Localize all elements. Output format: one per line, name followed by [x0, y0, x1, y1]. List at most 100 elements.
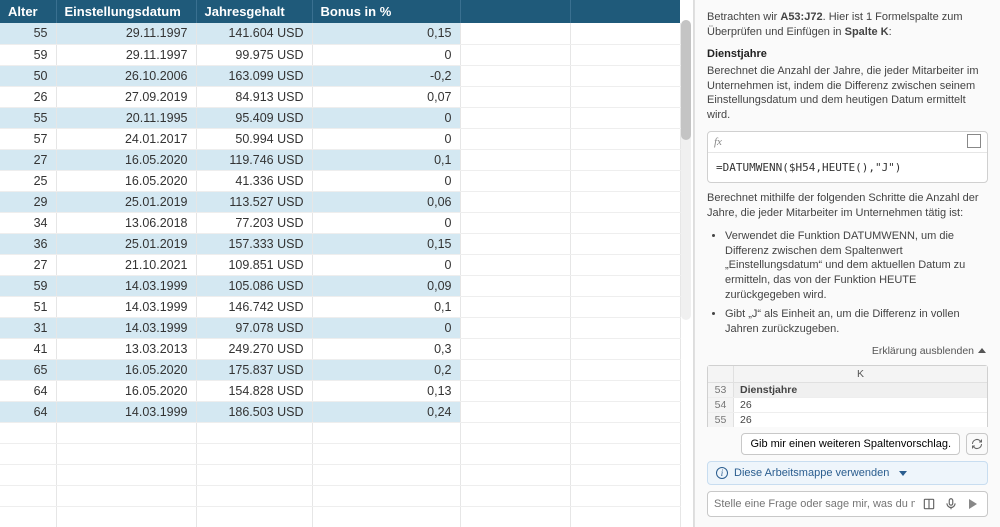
- table-row[interactable]: 5026.10.2006163.099 USD-0,2: [0, 65, 680, 86]
- cell-age[interactable]: 34: [0, 212, 56, 233]
- empty-cell[interactable]: [570, 380, 680, 401]
- cell-age[interactable]: 27: [0, 254, 56, 275]
- table-row[interactable]: [0, 443, 680, 464]
- panel-scroll[interactable]: Betrachten wir A53:J72. Hier ist 1 Forme…: [695, 0, 1000, 427]
- cell-bonus[interactable]: 0: [312, 128, 460, 149]
- cell-age[interactable]: 59: [0, 44, 56, 65]
- empty-cell[interactable]: [570, 191, 680, 212]
- cell-salary[interactable]: 175.837 USD: [196, 359, 312, 380]
- cell-bonus[interactable]: 0,1: [312, 149, 460, 170]
- context-bar[interactable]: i Diese Arbeitsmappe verwenden: [707, 461, 988, 485]
- empty-cell[interactable]: [570, 65, 680, 86]
- table-row[interactable]: 2925.01.2019113.527 USD0,06: [0, 191, 680, 212]
- table-row[interactable]: 2721.10.2021109.851 USD0: [0, 254, 680, 275]
- table-row[interactable]: 5529.11.1997141.604 USD0,15: [0, 23, 680, 44]
- cell-date[interactable]: 16.05.2020: [56, 359, 196, 380]
- empty-cell[interactable]: [570, 485, 680, 506]
- cell-salary[interactable]: 77.203 USD: [196, 212, 312, 233]
- send-icon[interactable]: [965, 496, 981, 512]
- cell-salary[interactable]: 119.746 USD: [196, 149, 312, 170]
- cell-date[interactable]: 14.03.1999: [56, 317, 196, 338]
- empty-cell[interactable]: [460, 23, 570, 44]
- empty-cell[interactable]: [460, 212, 570, 233]
- preview-row[interactable]: 53Dienstjahre: [708, 383, 987, 398]
- formula-text[interactable]: =DATUMWENN($H54,HEUTE(),"J"): [708, 153, 987, 182]
- cell-salary[interactable]: 84.913 USD: [196, 86, 312, 107]
- chat-input[interactable]: [714, 498, 915, 510]
- preview-cell[interactable]: 26: [734, 413, 987, 427]
- empty-cell[interactable]: [460, 296, 570, 317]
- table-row[interactable]: [0, 485, 680, 506]
- vertical-scrollbar[interactable]: [681, 20, 691, 320]
- empty-cell[interactable]: [56, 485, 196, 506]
- empty-cell[interactable]: [460, 506, 570, 527]
- table-row[interactable]: 2716.05.2020119.746 USD0,1: [0, 149, 680, 170]
- table-row[interactable]: 4113.03.2013249.270 USD0,3: [0, 338, 680, 359]
- table-row[interactable]: 3625.01.2019157.333 USD0,15: [0, 233, 680, 254]
- empty-cell[interactable]: [312, 506, 460, 527]
- empty-cell[interactable]: [570, 359, 680, 380]
- empty-cell[interactable]: [312, 485, 460, 506]
- cell-date[interactable]: 13.06.2018: [56, 212, 196, 233]
- empty-cell[interactable]: [460, 380, 570, 401]
- empty-cell[interactable]: [0, 443, 56, 464]
- cell-salary[interactable]: 141.604 USD: [196, 23, 312, 44]
- table-row[interactable]: 5520.11.199595.409 USD0: [0, 107, 680, 128]
- cell-bonus[interactable]: 0,15: [312, 233, 460, 254]
- cell-date[interactable]: 14.03.1999: [56, 275, 196, 296]
- cell-salary[interactable]: 249.270 USD: [196, 338, 312, 359]
- table-row[interactable]: 5114.03.1999146.742 USD0,1: [0, 296, 680, 317]
- book-icon[interactable]: [921, 496, 937, 512]
- table-row[interactable]: [0, 464, 680, 485]
- cell-bonus[interactable]: 0,24: [312, 401, 460, 422]
- cell-bonus[interactable]: 0: [312, 107, 460, 128]
- cell-salary[interactable]: 113.527 USD: [196, 191, 312, 212]
- cell-salary[interactable]: 109.851 USD: [196, 254, 312, 275]
- cell-date[interactable]: 29.11.1997: [56, 44, 196, 65]
- table-row[interactable]: 5929.11.199799.975 USD0: [0, 44, 680, 65]
- table-row[interactable]: [0, 422, 680, 443]
- empty-cell[interactable]: [570, 506, 680, 527]
- cell-bonus[interactable]: 0,3: [312, 338, 460, 359]
- empty-cell[interactable]: [56, 422, 196, 443]
- cell-bonus[interactable]: 0,15: [312, 23, 460, 44]
- sheet-scroll[interactable]: Alter Einstellungsdatum Jahresgehalt Bon…: [0, 0, 693, 527]
- empty-cell[interactable]: [460, 128, 570, 149]
- empty-cell[interactable]: [460, 464, 570, 485]
- cell-date[interactable]: 14.03.1999: [56, 401, 196, 422]
- empty-cell[interactable]: [460, 317, 570, 338]
- cell-salary[interactable]: 50.994 USD: [196, 128, 312, 149]
- cell-salary[interactable]: 105.086 USD: [196, 275, 312, 296]
- cell-age[interactable]: 51: [0, 296, 56, 317]
- cell-salary[interactable]: 99.975 USD: [196, 44, 312, 65]
- cell-date[interactable]: 24.01.2017: [56, 128, 196, 149]
- empty-cell[interactable]: [570, 107, 680, 128]
- cell-salary[interactable]: 41.336 USD: [196, 170, 312, 191]
- empty-cell[interactable]: [570, 443, 680, 464]
- cell-age[interactable]: 26: [0, 86, 56, 107]
- cell-salary[interactable]: 154.828 USD: [196, 380, 312, 401]
- empty-cell[interactable]: [460, 485, 570, 506]
- table-row[interactable]: 3114.03.199997.078 USD0: [0, 317, 680, 338]
- empty-cell[interactable]: [312, 443, 460, 464]
- empty-cell[interactable]: [570, 317, 680, 338]
- empty-cell[interactable]: [460, 170, 570, 191]
- empty-cell[interactable]: [460, 149, 570, 170]
- empty-cell[interactable]: [0, 422, 56, 443]
- preview-row[interactable]: 5526: [708, 413, 987, 427]
- cell-date[interactable]: 20.11.1995: [56, 107, 196, 128]
- empty-cell[interactable]: [570, 422, 680, 443]
- empty-cell[interactable]: [196, 422, 312, 443]
- cell-date[interactable]: 25.01.2019: [56, 233, 196, 254]
- table-row[interactable]: 2627.09.201984.913 USD0,07: [0, 86, 680, 107]
- empty-cell[interactable]: [460, 44, 570, 65]
- cell-bonus[interactable]: 0,13: [312, 380, 460, 401]
- empty-cell[interactable]: [570, 23, 680, 44]
- table-row[interactable]: 2516.05.202041.336 USD0: [0, 170, 680, 191]
- cell-salary[interactable]: 146.742 USD: [196, 296, 312, 317]
- empty-cell[interactable]: [460, 65, 570, 86]
- empty-cell[interactable]: [570, 212, 680, 233]
- cell-salary[interactable]: 97.078 USD: [196, 317, 312, 338]
- cell-date[interactable]: 27.09.2019: [56, 86, 196, 107]
- cell-age[interactable]: 25: [0, 170, 56, 191]
